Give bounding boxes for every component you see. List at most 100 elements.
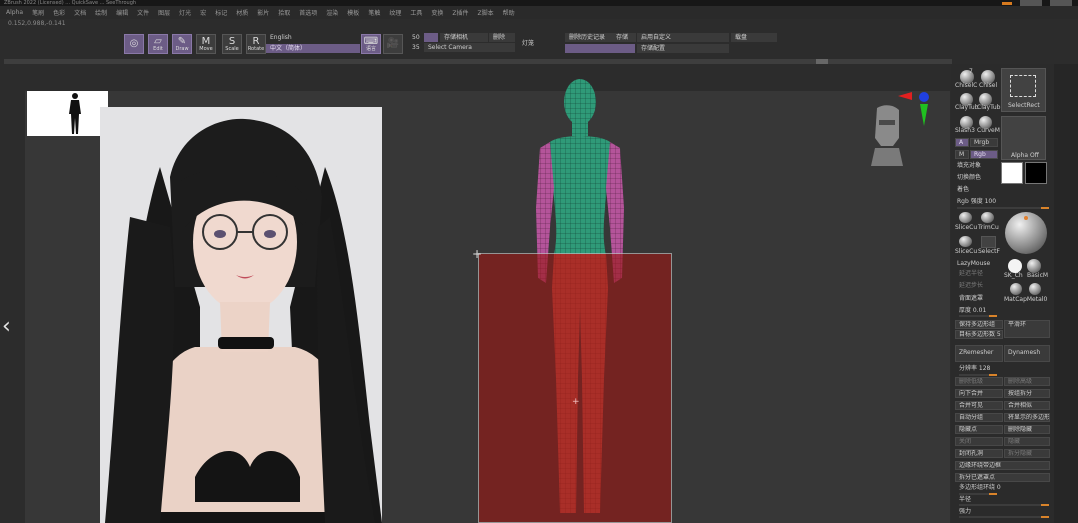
m-toggle[interactable]: M xyxy=(955,150,969,159)
menu-item[interactable]: 材质 xyxy=(236,8,248,17)
menu-item[interactable]: 纹理 xyxy=(389,8,401,17)
delete-higher-button[interactable]: 删除高级 xyxy=(1004,377,1050,386)
menu-item[interactable]: 标记 xyxy=(215,8,227,17)
chevron-left-icon[interactable]: ‹ xyxy=(2,316,11,338)
zremesher-button[interactable]: ZRemesher xyxy=(955,345,1003,362)
rgb-intensity-slider[interactable]: Rgb 强度 100 xyxy=(957,198,996,206)
history-slot[interactable] xyxy=(565,44,635,53)
backface-mask-button[interactable]: 背面遮罩 xyxy=(959,295,983,303)
menu-item[interactable]: Z插件 xyxy=(452,8,468,17)
dynamesh-button[interactable]: Dynamesh xyxy=(1004,345,1050,362)
target-poly-slider[interactable]: 目标多边形数 5 xyxy=(955,330,1003,339)
edit-button[interactable]: ▱ Edit xyxy=(148,34,168,54)
navigator-thumbnail[interactable] xyxy=(27,91,108,136)
delete-hidden-button[interactable]: 删除隐藏 xyxy=(1004,425,1050,434)
resolution-knob[interactable] xyxy=(989,374,997,376)
rgb-intensity-track[interactable] xyxy=(957,207,1049,209)
thickness-knob[interactable] xyxy=(989,315,997,317)
language-english[interactable]: English xyxy=(266,33,360,42)
draw-button[interactable]: ✎ Draw xyxy=(172,34,192,54)
menu-item[interactable]: 笔触 xyxy=(368,8,380,17)
quicksave-indicator[interactable] xyxy=(1002,1,1012,5)
rgb-intensity-knob[interactable] xyxy=(1041,207,1049,209)
use-custom-button[interactable]: 启用自定义 xyxy=(637,33,729,42)
shelf-scrollbar-thumb[interactable] xyxy=(816,59,828,64)
selectf-brush-thumb[interactable] xyxy=(981,236,996,248)
spotlight-button[interactable]: ◎ xyxy=(124,34,144,54)
inactive-button[interactable]: 隐藏 xyxy=(1004,437,1050,446)
lazymouse-button[interactable]: LazyMouse xyxy=(957,260,990,268)
split-hidden-button[interactable]: 拆分隐藏 xyxy=(1004,449,1050,458)
delete-camera-button[interactable]: 删除 xyxy=(489,33,515,42)
menu-item[interactable]: Alpha xyxy=(6,9,23,16)
menu-item[interactable]: 文档 xyxy=(74,8,86,17)
matcap-thumb-2[interactable] xyxy=(1029,283,1041,295)
group-visible-button[interactable]: 将显示的多边形分组 xyxy=(1004,413,1050,422)
skin-material-thumb[interactable] xyxy=(1008,259,1022,273)
merge-similar-button[interactable]: 合并相似 xyxy=(1004,401,1050,410)
radius-knob[interactable] xyxy=(1041,504,1049,506)
menu-item[interactable]: 色彩 xyxy=(53,8,65,17)
split-by-group-button[interactable]: 按组拆分 xyxy=(1004,389,1050,398)
smooth-ring-button[interactable]: 平滑环 xyxy=(1004,320,1050,338)
trimcu-brush-thumb[interactable] xyxy=(981,212,994,223)
auto-groups-button[interactable]: 自动分组 xyxy=(955,413,1003,422)
menu-item[interactable]: 拾取 xyxy=(278,8,290,17)
menu-item[interactable]: 模板 xyxy=(347,8,359,17)
split-masked-button[interactable]: 拆分已遮罩点 xyxy=(955,473,1050,482)
basic-material-thumb[interactable] xyxy=(1027,259,1041,273)
resolution-track[interactable] xyxy=(959,374,997,376)
resolution-slider[interactable]: 分辨率 128 xyxy=(959,365,990,373)
slicecu-brush-thumb[interactable] xyxy=(959,212,972,223)
hide-point-button[interactable]: 隐藏点 xyxy=(955,425,1003,434)
tool-panel-scrollbar[interactable] xyxy=(1054,64,1078,523)
secondary-color-swatch[interactable] xyxy=(1025,162,1047,184)
keep-groups-button[interactable]: 保持多边形组 xyxy=(955,320,1003,329)
head-navigator-icon[interactable] xyxy=(869,104,905,168)
strength-knob[interactable] xyxy=(1041,516,1049,518)
rotate-button[interactable]: R Rotate xyxy=(246,34,266,54)
menu-item[interactable]: 编辑 xyxy=(116,8,128,17)
thickness-slider[interactable]: 厚度 0.01 xyxy=(959,307,986,315)
radius-slider[interactable]: 半径 xyxy=(959,496,971,504)
camera-slot-50[interactable]: 50 xyxy=(408,33,424,42)
menu-item[interactable]: 宏 xyxy=(200,8,206,17)
menu-item[interactable]: 渲染 xyxy=(326,8,338,17)
thickness-track[interactable] xyxy=(959,315,997,317)
menu-item[interactable]: 文件 xyxy=(137,8,149,17)
menu-item[interactable]: 首选项 xyxy=(299,8,317,17)
close-button[interactable]: 关闭 xyxy=(955,437,1003,446)
a-toggle[interactable]: A xyxy=(955,138,969,147)
close-holes-button[interactable]: 封闭孔洞 xyxy=(955,449,1003,458)
camera-slot-35[interactable]: 35 xyxy=(408,43,424,52)
menu-item[interactable]: 帮助 xyxy=(503,8,515,17)
matcap-thumb[interactable] xyxy=(1010,283,1022,295)
mrgb-toggle[interactable]: Mrgb xyxy=(970,138,998,147)
load-button[interactable]: 载盘 xyxy=(731,33,777,42)
radius-track[interactable] xyxy=(959,504,1049,506)
menu-item[interactable]: Z脚本 xyxy=(478,8,494,17)
camera-slot-active[interactable] xyxy=(424,33,438,42)
menu-item[interactable]: 影片 xyxy=(257,8,269,17)
merge-visible-button[interactable]: 合并可见 xyxy=(955,401,1003,410)
strength-slider[interactable]: 强力 xyxy=(959,508,971,516)
camera-button[interactable]: 🎥 xyxy=(383,34,403,54)
menu-item[interactable]: 变换 xyxy=(431,8,443,17)
fill-object-label[interactable]: 填充对象 xyxy=(957,162,981,170)
store-camera-button[interactable]: 存储相机 xyxy=(440,33,488,42)
slicecu-brush-thumb-2[interactable] xyxy=(959,236,972,247)
language-chinese[interactable]: 中文（简体） xyxy=(266,44,360,53)
menu-item[interactable]: 灯光 xyxy=(179,8,191,17)
language-button[interactable]: ⌨ 语言 xyxy=(361,34,381,54)
menu-item[interactable]: 图层 xyxy=(158,8,170,17)
rgb-toggle[interactable]: Rgb xyxy=(970,150,998,159)
store-button[interactable]: 存储 xyxy=(612,33,636,42)
strength-track[interactable] xyxy=(959,516,1049,518)
menu-item[interactable]: 工具 xyxy=(410,8,422,17)
lazy-step-slider[interactable]: 延迟步长 xyxy=(959,282,983,290)
scale-button[interactable]: S Scale xyxy=(222,34,242,54)
polygroup-edge-slider[interactable]: 多边形组环绕 0 xyxy=(959,484,1001,492)
move-button[interactable]: M Move xyxy=(196,34,216,54)
merge-down-button[interactable]: 向下合并 xyxy=(955,389,1003,398)
polygroup-edge-track[interactable] xyxy=(959,493,997,495)
